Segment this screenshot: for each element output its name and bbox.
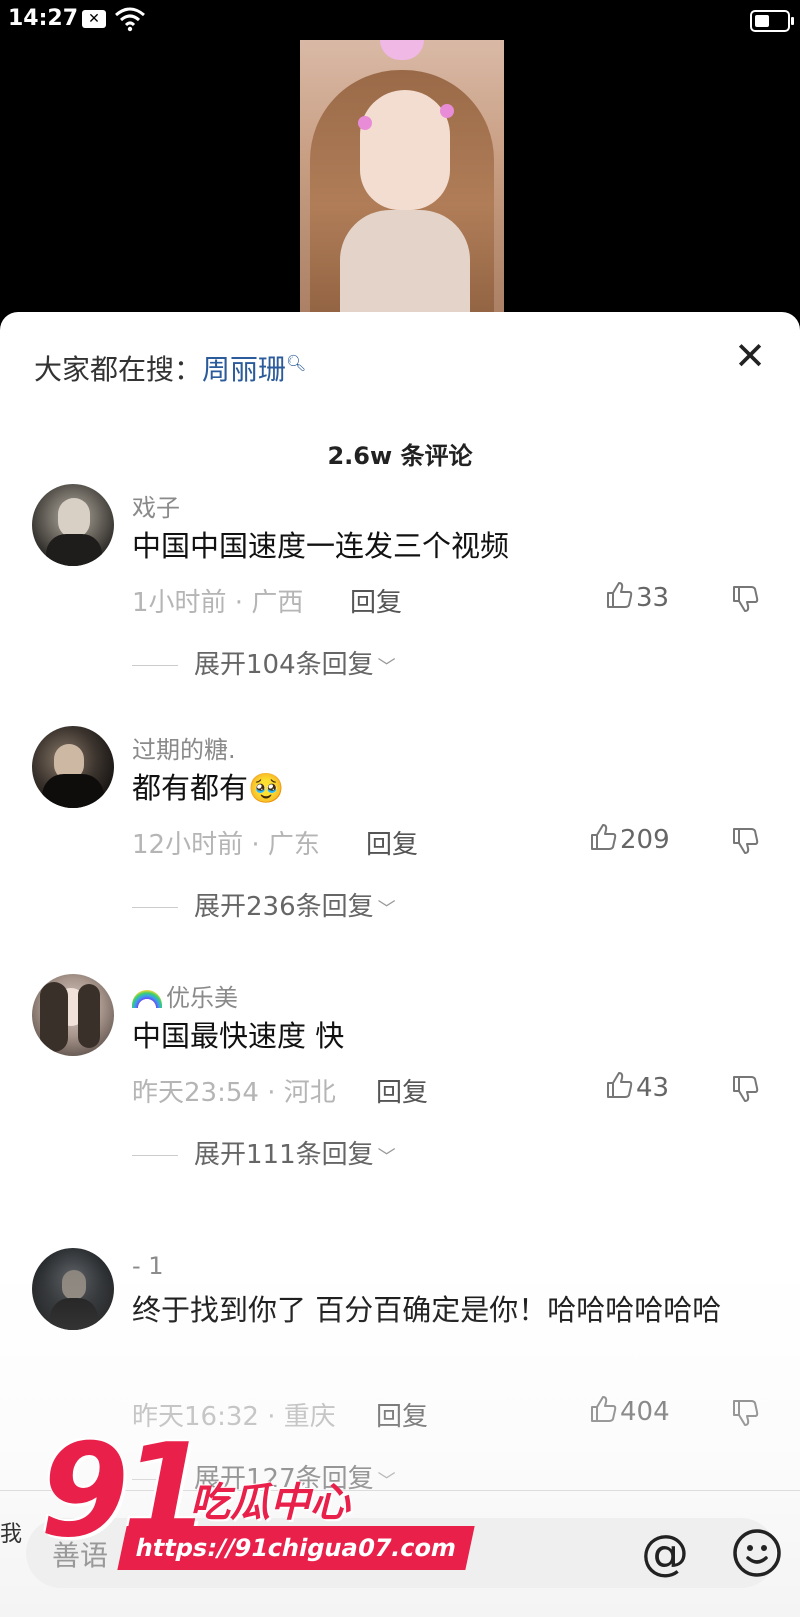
battery-icon: [750, 10, 794, 32]
reply-button[interactable]: 回复: [366, 824, 418, 861]
expand-replies-label: 展开104条回复: [194, 650, 374, 680]
like-button[interactable]: 43: [604, 1070, 669, 1103]
expand-replies-label: 展开236条回复: [194, 892, 374, 922]
comment-text: 中国中国速度一连发三个视频: [132, 529, 510, 563]
divider: [132, 907, 178, 908]
mention-button[interactable]: @: [638, 1526, 692, 1580]
rainbow-icon: [132, 990, 162, 1008]
watermark-logo: 91 吃瓜中心 https://91chigua07.com: [40, 1428, 475, 1578]
like-button[interactable]: 209: [588, 822, 670, 855]
emoji-button[interactable]: [730, 1526, 784, 1580]
divider: [132, 1155, 178, 1156]
reply-button[interactable]: 回复: [350, 582, 402, 619]
thumbs-up-icon: [591, 824, 617, 850]
watermark-url: https://91chigua07.com: [117, 1526, 475, 1570]
comment-text: 终于找到你了 百分百确定是你！哈哈哈哈哈哈: [132, 1293, 722, 1327]
expand-replies[interactable]: 展开111条回复 ﹀: [132, 1134, 396, 1171]
expand-replies[interactable]: 展开236条回复 ﹀: [132, 886, 396, 923]
close-button[interactable]: ✕: [730, 336, 770, 376]
like-count: 33: [636, 583, 670, 613]
status-bar: 14:27 ✕: [0, 0, 800, 40]
thumbs-down-icon[interactable]: [730, 1074, 760, 1104]
thumbs-up-icon: [607, 582, 633, 608]
trending-search-keyword[interactable]: 周丽珊: [202, 353, 286, 386]
video-player[interactable]: [0, 40, 800, 330]
comment-text: 都有都有🥹: [132, 771, 285, 805]
chevron-down-icon: ﹀: [377, 1147, 396, 1168]
avatar[interactable]: [32, 1248, 114, 1330]
comment-count: 2.6w 条评论: [327, 442, 473, 470]
thumbs-down-icon[interactable]: [730, 826, 760, 856]
expand-replies[interactable]: 展开104条回复 ﹀: [132, 644, 396, 681]
username[interactable]: 戏子: [132, 488, 180, 523]
expand-replies-label: 展开111条回复: [194, 1140, 374, 1170]
thumbs-down-icon[interactable]: [730, 1398, 760, 1428]
like-button[interactable]: 404: [588, 1394, 670, 1427]
x-badge-icon: ✕: [82, 10, 106, 28]
comment-meta: 12小时前 · 广东: [132, 830, 320, 860]
thumbs-down-icon[interactable]: [730, 584, 760, 614]
like-button[interactable]: 33: [604, 580, 669, 613]
chevron-down-icon: ﹀: [377, 899, 396, 920]
comment-meta: 1小时前 · 广西: [132, 588, 304, 618]
search-icon: 🔍︎: [286, 353, 307, 373]
comment-item: 戏子 中国中国速度一连发三个视频 1小时前 · 广西 回复 33 展开104条回…: [0, 484, 800, 704]
comment-meta: 昨天23:54 · 河北: [132, 1078, 336, 1108]
comment-item: 优乐美 中国最快速度 快 昨天23:54 · 河北 回复 43 展开111条回复…: [0, 974, 800, 1194]
reply-button[interactable]: 回复: [376, 1072, 428, 1109]
like-count: 43: [636, 1073, 670, 1103]
trending-search[interactable]: 大家都在搜：周丽珊🔍︎: [34, 348, 306, 388]
thumbs-up-icon: [607, 1072, 633, 1098]
username[interactable]: - 1: [132, 1252, 164, 1280]
status-time: 14:27: [8, 6, 79, 31]
trending-search-label: 大家都在搜：: [34, 353, 203, 386]
comment-text: 中国最快速度 快: [132, 1019, 345, 1053]
comment-item: 过期的糖. 都有都有🥹 12小时前 · 广东 回复 209 展开236条回复 ﹀: [0, 726, 800, 946]
username[interactable]: 优乐美: [132, 978, 238, 1013]
chevron-down-icon: ﹀: [377, 657, 396, 678]
video-thumbnail: [300, 40, 504, 330]
crown-sticker: [380, 40, 424, 60]
avatar[interactable]: [32, 726, 114, 808]
like-count: 404: [620, 1397, 670, 1427]
avatar[interactable]: [32, 974, 114, 1056]
divider: [132, 665, 178, 666]
like-count: 209: [620, 825, 670, 855]
thumbs-up-icon: [591, 1396, 617, 1422]
avatar[interactable]: [32, 484, 114, 566]
wifi-icon: [115, 7, 145, 32]
username[interactable]: 过期的糖.: [132, 730, 236, 765]
username-text: 优乐美: [166, 984, 238, 1012]
watermark-brand: 吃瓜中心: [190, 1480, 350, 1526]
